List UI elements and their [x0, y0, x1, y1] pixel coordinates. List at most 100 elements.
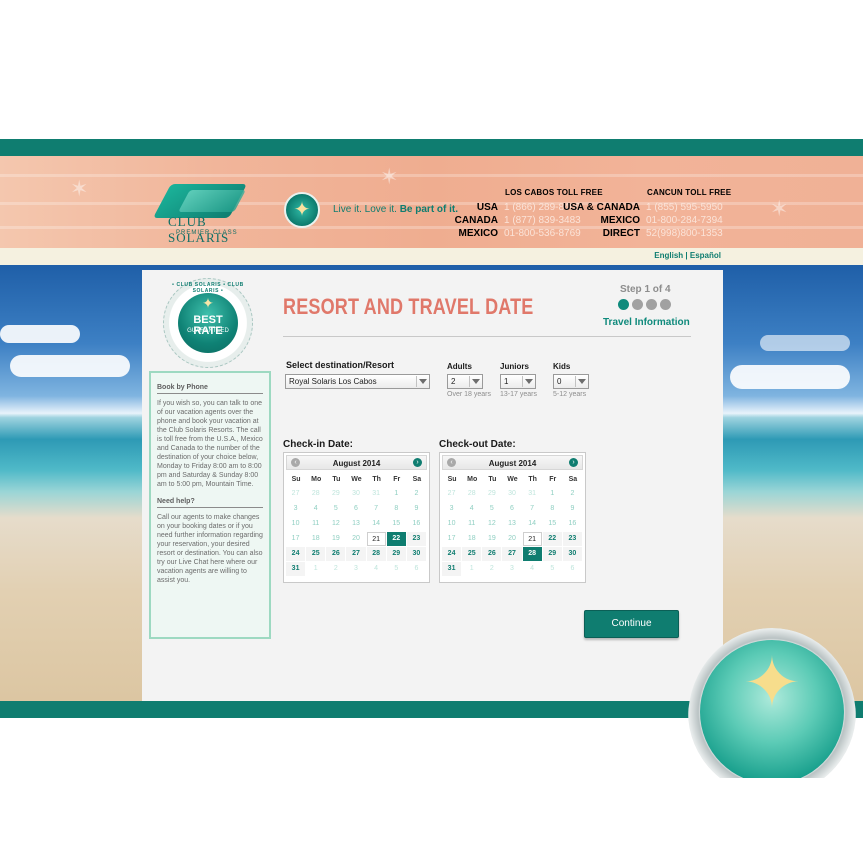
chevron-right-icon[interactable]: › — [569, 458, 578, 467]
phone-number[interactable]: 01-800-284-7394 — [646, 215, 723, 226]
calendar-day[interactable]: 9 — [563, 502, 582, 516]
calendar-day[interactable]: 16 — [563, 517, 582, 531]
adults-select[interactable]: 2 — [447, 374, 483, 389]
phone-number[interactable]: 52(998)800-1353 — [646, 228, 723, 239]
calendar-day[interactable]: 16 — [407, 517, 426, 531]
calendar-day[interactable]: 14 — [367, 517, 386, 531]
calendar-day[interactable]: 30 — [346, 487, 365, 501]
calendar-day[interactable]: 4 — [306, 502, 325, 516]
calendar-day[interactable]: 21 — [366, 532, 386, 546]
calendar-day[interactable]: 1 — [387, 487, 406, 501]
calendar-day[interactable]: 28 — [306, 487, 325, 501]
calendar-day[interactable]: 6 — [502, 502, 521, 516]
calendar-day[interactable]: 27 — [502, 547, 522, 561]
calendar-day[interactable]: 5 — [326, 502, 345, 516]
calendar-day[interactable]: 3 — [442, 502, 461, 516]
calendar-day[interactable]: 6 — [346, 502, 365, 516]
calendar-day[interactable]: 25 — [306, 547, 326, 561]
calendar-day[interactable]: 29 — [386, 547, 406, 561]
calendar-day[interactable]: 14 — [523, 517, 542, 531]
calendar-day[interactable]: 31 — [523, 487, 542, 501]
calendar-day[interactable]: 11 — [462, 517, 481, 531]
calendar-day[interactable]: 1 — [462, 562, 481, 576]
calendar-day[interactable]: 4 — [367, 562, 386, 576]
calendar-day[interactable]: 15 — [387, 517, 406, 531]
tagline: Live it. Love it. Be part of it. — [333, 204, 458, 215]
calendar-day[interactable]: 29 — [542, 547, 562, 561]
club-solaris-logo[interactable]: CLUB SOLARIS PREMIER CLASS — [152, 184, 258, 245]
phone-number[interactable]: 1 (855) 595-5950 — [646, 202, 723, 213]
calendar-day[interactable]: 22 — [542, 532, 562, 546]
calendar-day[interactable]: 1 — [543, 487, 562, 501]
calendar-day[interactable]: 12 — [482, 517, 501, 531]
calendar-day[interactable]: 1 — [306, 562, 325, 576]
calendar-day[interactable]: 23 — [562, 532, 582, 546]
calendar-day[interactable]: 25 — [462, 547, 482, 561]
calendar-day[interactable]: 9 — [407, 502, 426, 516]
calendar-day[interactable]: 3 — [502, 562, 521, 576]
calendar-day[interactable]: 3 — [286, 502, 305, 516]
destination-select[interactable]: Royal Solaris Los Cabos — [285, 374, 430, 389]
calendar-day[interactable]: 15 — [543, 517, 562, 531]
calendar-day[interactable]: 28 — [366, 547, 386, 561]
calendar-day[interactable]: 17 — [442, 532, 461, 546]
calendar-day[interactable]: 19 — [482, 532, 501, 546]
calendar-day[interactable]: 27 — [286, 487, 305, 501]
calendar-day[interactable]: 29 — [482, 487, 501, 501]
calendar-day[interactable]: 7 — [523, 502, 542, 516]
calendar-day[interactable]: 8 — [543, 502, 562, 516]
calendar-day[interactable]: 18 — [306, 532, 325, 546]
calendar-day[interactable]: 23 — [406, 532, 426, 546]
calendar-day[interactable]: 4 — [523, 562, 542, 576]
calendar-day[interactable]: 8 — [387, 502, 406, 516]
calendar-day[interactable]: 30 — [406, 547, 426, 561]
calendar-day[interactable]: 2 — [326, 562, 345, 576]
calendar-day[interactable]: 2 — [563, 487, 582, 501]
calendar-day[interactable]: 30 — [562, 547, 582, 561]
calendar-day[interactable]: 24 — [442, 547, 462, 561]
juniors-select[interactable]: 1 — [500, 374, 536, 389]
calendar-day[interactable]: 10 — [286, 517, 305, 531]
star-icon: ✦ — [202, 295, 214, 311]
calendar-day[interactable]: 21 — [522, 532, 542, 546]
calendar-day[interactable]: 22 — [386, 532, 406, 546]
calendar-day[interactable]: 26 — [326, 547, 346, 561]
calendar-day[interactable]: 2 — [482, 562, 501, 576]
calendar-day[interactable]: 31 — [367, 487, 386, 501]
lang-english-link[interactable]: English — [654, 251, 683, 260]
calendar-day[interactable]: 31 — [286, 562, 306, 576]
calendar-day[interactable]: 5 — [387, 562, 406, 576]
calendar-day[interactable]: 18 — [462, 532, 481, 546]
calendar-day[interactable]: 28 — [522, 547, 542, 561]
calendar-day[interactable]: 31 — [442, 562, 462, 576]
calendar-day[interactable]: 13 — [346, 517, 365, 531]
calendar-day[interactable]: 19 — [326, 532, 345, 546]
calendar-day[interactable]: 10 — [442, 517, 461, 531]
calendar-day[interactable]: 26 — [482, 547, 502, 561]
calendar-day[interactable]: 3 — [346, 562, 365, 576]
lang-spanish-link[interactable]: Español — [690, 251, 721, 260]
calendar-day[interactable]: 28 — [462, 487, 481, 501]
chevron-right-icon[interactable]: › — [413, 458, 422, 467]
continue-button[interactable]: Continue — [584, 610, 679, 638]
calendar-day[interactable]: 20 — [346, 532, 365, 546]
calendar-day[interactable]: 27 — [346, 547, 366, 561]
calendar-day[interactable]: 6 — [407, 562, 426, 576]
calendar-day[interactable]: 13 — [502, 517, 521, 531]
calendar-day[interactable]: 12 — [326, 517, 345, 531]
calendar-day[interactable]: 17 — [286, 532, 305, 546]
logo-mark-inner — [178, 190, 246, 212]
calendar-day[interactable]: 27 — [442, 487, 461, 501]
calendar-day[interactable]: 7 — [367, 502, 386, 516]
calendar-day[interactable]: 29 — [326, 487, 345, 501]
kids-select[interactable]: 0 — [553, 374, 589, 389]
calendar-day[interactable]: 6 — [563, 562, 582, 576]
calendar-day[interactable]: 5 — [543, 562, 562, 576]
calendar-day[interactable]: 20 — [502, 532, 521, 546]
calendar-day[interactable]: 24 — [286, 547, 306, 561]
calendar-day[interactable]: 5 — [482, 502, 501, 516]
calendar-day[interactable]: 2 — [407, 487, 426, 501]
calendar-day[interactable]: 30 — [502, 487, 521, 501]
calendar-day[interactable]: 11 — [306, 517, 325, 531]
calendar-day[interactable]: 4 — [462, 502, 481, 516]
